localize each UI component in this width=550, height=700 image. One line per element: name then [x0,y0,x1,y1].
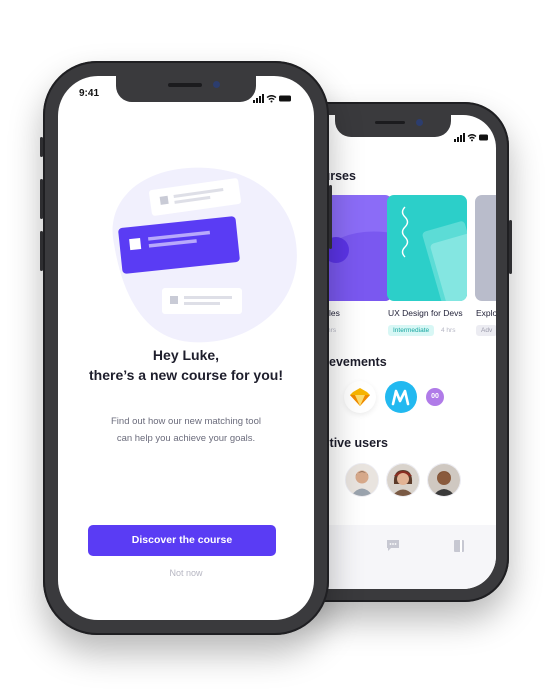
signal-wifi-battery-icon [454,133,488,142]
mute-switch [40,137,43,157]
library-tab-icon[interactable] [453,539,465,558]
messages-tab-icon[interactable] [386,539,400,557]
speaker [375,121,405,124]
achievement-badge[interactable] [344,381,376,413]
sketch-diamond-icon [350,388,370,406]
course-level-tag: Intermediate [388,325,435,336]
course-illustration [401,206,467,301]
body-text-line-2: can help you achieve your goals. [116,433,256,444]
status-icons [454,129,490,142]
avatar[interactable] [427,463,461,497]
signal-wifi-battery-icon [253,94,291,103]
course-duration: 4 hrs [441,327,456,334]
camera [416,119,423,126]
body-text-line-1: Find out how our new matching tool [111,416,261,427]
course-title: Explo [476,308,496,318]
avatar[interactable] [386,463,420,497]
power-button [509,220,512,274]
person-icon [346,464,378,496]
notch [335,115,451,137]
discover-course-button[interactable]: Discover the course [88,525,276,556]
front-phone: 9:41 Hey Luke, there’s a new course for … [40,61,332,635]
course-cards-illustration [112,167,297,343]
course-card[interactable] [475,195,496,301]
not-now-link[interactable]: Not now [58,568,314,578]
course-level-tag: Adv [476,325,496,336]
course-title: UX Design for Devs [388,308,463,318]
speaker [168,83,202,87]
avatar[interactable] [345,463,379,497]
achievement-badge[interactable]: 00 [426,388,444,406]
achievement-badge[interactable] [385,381,417,413]
headline: there’s a new course for you! [89,367,283,383]
person-icon [387,464,419,496]
status-time: 9:41 [79,88,100,99]
m-letter-icon [391,389,410,406]
status-icons [253,90,293,108]
course-card[interactable] [387,195,467,301]
section-title-achievements: evements [329,355,387,369]
camera [213,81,220,88]
greeting: Hey Luke, [152,347,220,363]
volume-up-button [40,179,43,219]
volume-down-button [40,231,43,271]
person-icon [428,464,460,496]
notch [116,76,256,102]
front-phone-screen: 9:41 Hey Luke, there’s a new course for … [58,76,314,620]
power-button [329,185,332,249]
